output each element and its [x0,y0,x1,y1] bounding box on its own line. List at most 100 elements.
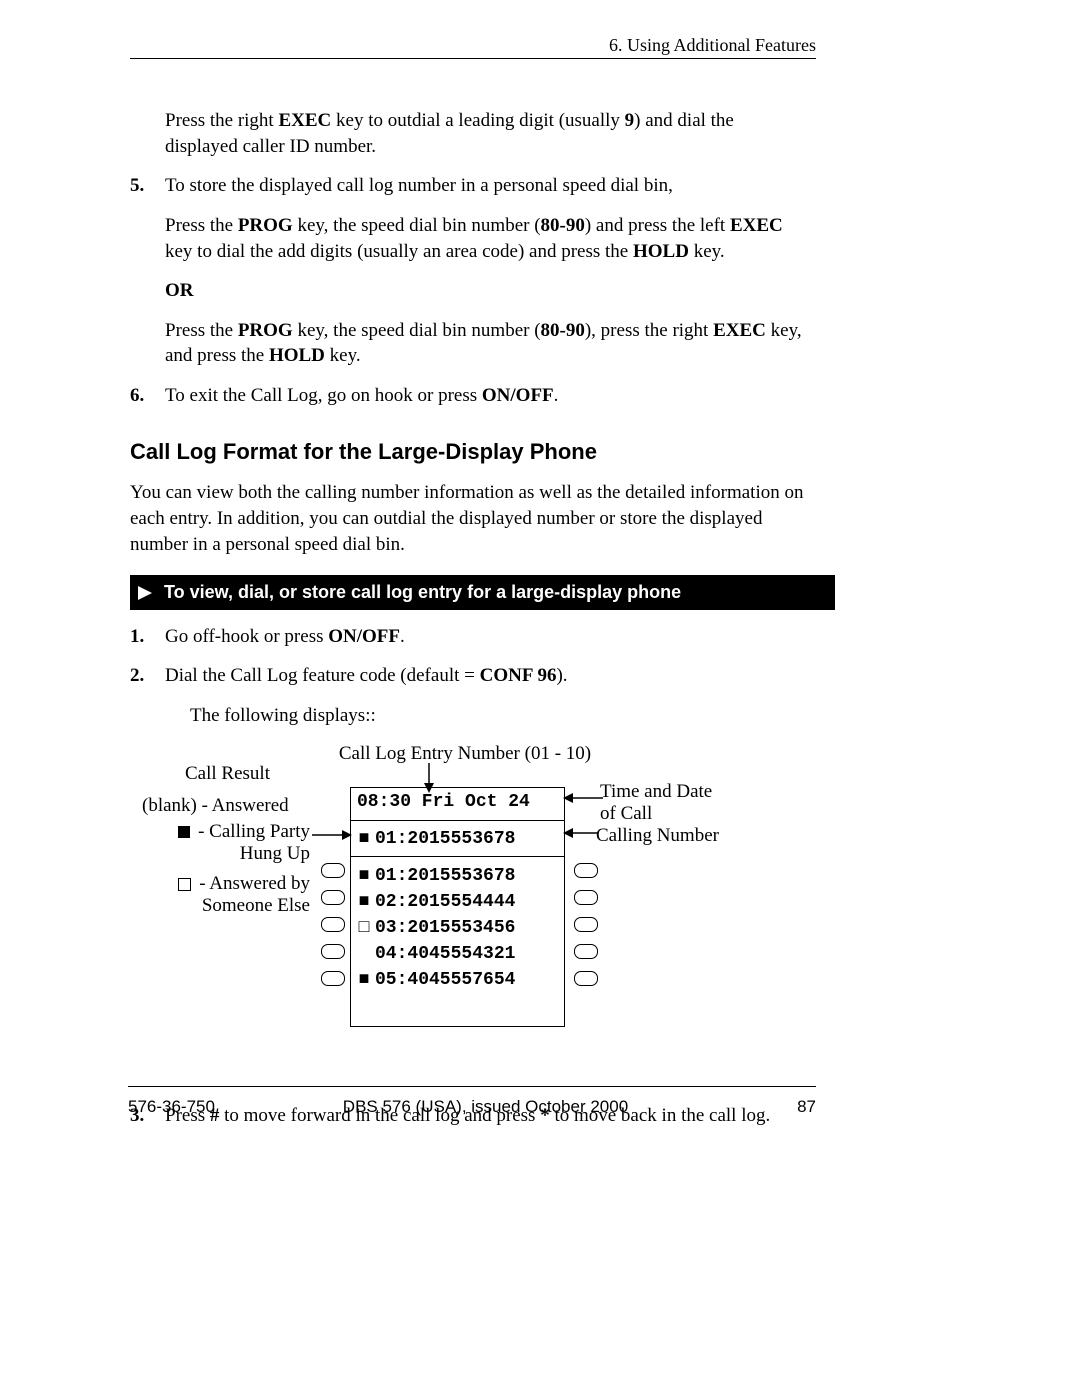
lcd-row: ■01:2015553678 [351,863,564,889]
key-prog: PROG [238,320,293,341]
list-1: 1.Go off-hook or press ON/OFF. [130,624,816,650]
feature-code: CONF 96 [480,665,557,686]
softkey-pill [321,863,345,878]
text: Time and Date [600,781,712,802]
key-9: 9 [625,110,635,131]
text: Someone Else [202,895,310,916]
arrow-left-icon [563,791,603,805]
text: Hung Up [240,843,310,864]
label-calling-party: - Calling Party Hung Up [175,821,310,867]
text: To exit the Call Log, go on hook or pres… [165,385,482,406]
softkey-pill [574,971,598,986]
page: 6. Using Additional Features Press the r… [0,0,1080,1397]
divider [351,856,564,857]
lcd-text: 01:2015553678 [375,867,515,885]
filled-square-icon: ■ [357,867,371,885]
running-header: 6. Using Additional Features [130,33,816,57]
paragraph: Press the PROG key, the speed dial bin n… [165,318,810,369]
list-number: 1. [130,624,165,650]
key-hold: HOLD [269,345,325,366]
text: Dial the Call Log feature code (default … [165,665,480,686]
softkey-pill [574,890,598,905]
divider [351,820,564,821]
filled-square-icon [178,826,190,838]
footer-page: 87 [756,1096,816,1119]
label-calling-number: Calling Number [596,825,719,848]
text: Go off-hook or press [165,626,328,647]
label-blank-answered: (blank) - Answered [142,795,289,818]
footer: 576-36-750 DBS 576 (USA), issued October… [128,1096,816,1119]
label-call-result: Call Result [185,763,270,786]
text: ). [556,665,567,686]
black-bar-text: To view, dial, or store call log entry f… [164,580,681,604]
triangle-bullet-icon [138,586,156,600]
key-exec: EXEC [730,215,783,236]
filled-square-icon: ■ [357,830,371,848]
lcd-row: ■05:4045557654 [351,967,564,993]
lcd-row: 04:4045554321 [351,941,564,967]
header-rule [130,58,816,59]
text: key to outdial a leading digit (usually [331,110,624,131]
empty-square-icon: □ [357,919,371,937]
list-text: To store the displayed call log number i… [165,173,810,199]
list-text: To exit the Call Log, go on hook or pres… [165,383,810,409]
key-exec: EXEC [278,110,331,131]
text: Press the right [165,110,278,131]
lcd-row: □03:2015553456 [351,915,564,941]
list-number: 5. [130,173,165,199]
text: - Answered by [199,873,310,894]
caption: The following displays:: [190,703,816,729]
text: Press the [165,215,238,236]
lcd-datetime: 08:30 Fri Oct 24 [351,788,564,816]
label-entry-number: Call Log Entry Number (01 - 10) [335,743,595,766]
lcd-text: 04:4045554321 [375,945,515,963]
footer-docnum: 576-36-750 [128,1096,215,1119]
key-exec: EXEC [713,320,766,341]
paragraph: Press the right EXEC key to outdial a le… [165,108,810,159]
intro-paragraph: You can view both the calling number inf… [130,480,816,557]
text: key. [325,345,361,366]
softkey-pill [321,971,345,986]
lcd-text: 02:2015554444 [375,893,515,911]
section-heading: Call Log Format for the Large-Display Ph… [130,437,816,467]
softkey-pill [321,917,345,932]
list-6: 6.To exit the Call Log, go on hook or pr… [130,383,816,409]
text: key, the speed dial bin number ( [293,320,541,341]
lcd-highlight-row: ■01:2015553678 [351,827,564,852]
list-text: Go off-hook or press ON/OFF. [165,624,810,650]
list-5: 5.To store the displayed call log number… [130,173,816,199]
label-time-date: Time and Date of Call [600,781,712,827]
text: . [554,385,559,406]
key-onoff: ON/OFF [482,385,554,406]
list-2: 2.Dial the Call Log feature code (defaul… [130,663,816,689]
list-text: Dial the Call Log feature code (default … [165,663,810,689]
arrow-left-icon [563,826,598,840]
softkey-pill [321,944,345,959]
filled-square-icon: ■ [357,971,371,989]
footer-center: DBS 576 (USA), issued October 2000 [215,1096,756,1119]
text: ) and press the left [585,215,730,236]
label-answered-by: - Answered by Someone Else [175,873,310,919]
text: - Calling Party [198,821,310,842]
key-hold: HOLD [633,241,689,262]
text: . [400,626,405,647]
text: key. [689,241,725,262]
softkey-pill [574,917,598,932]
lcd-display: 08:30 Fri Oct 24 ■01:2015553678 ■01:2015… [350,787,565,1027]
or-label: OR [165,278,816,304]
lcd-row: ■02:2015554444 [351,889,564,915]
lcd-diagram: Call Log Entry Number (01 - 10) Call Res… [130,743,816,1043]
text: of Call [600,803,652,824]
bin-range: 80-90 [541,215,585,236]
filled-square-icon: ■ [357,893,371,911]
text: key to dial the add digits (usually an a… [165,241,633,262]
key-onoff: ON/OFF [328,626,400,647]
bin-range: 80-90 [541,320,585,341]
empty-square-icon [178,878,191,891]
key-prog: PROG [238,215,293,236]
body-content: Press the right EXEC key to outdial a le… [130,108,816,1142]
softkey-pill [574,944,598,959]
paragraph: Press the PROG key, the speed dial bin n… [165,213,810,264]
lcd-text: 03:2015553456 [375,919,515,937]
list-number: 6. [130,383,165,409]
